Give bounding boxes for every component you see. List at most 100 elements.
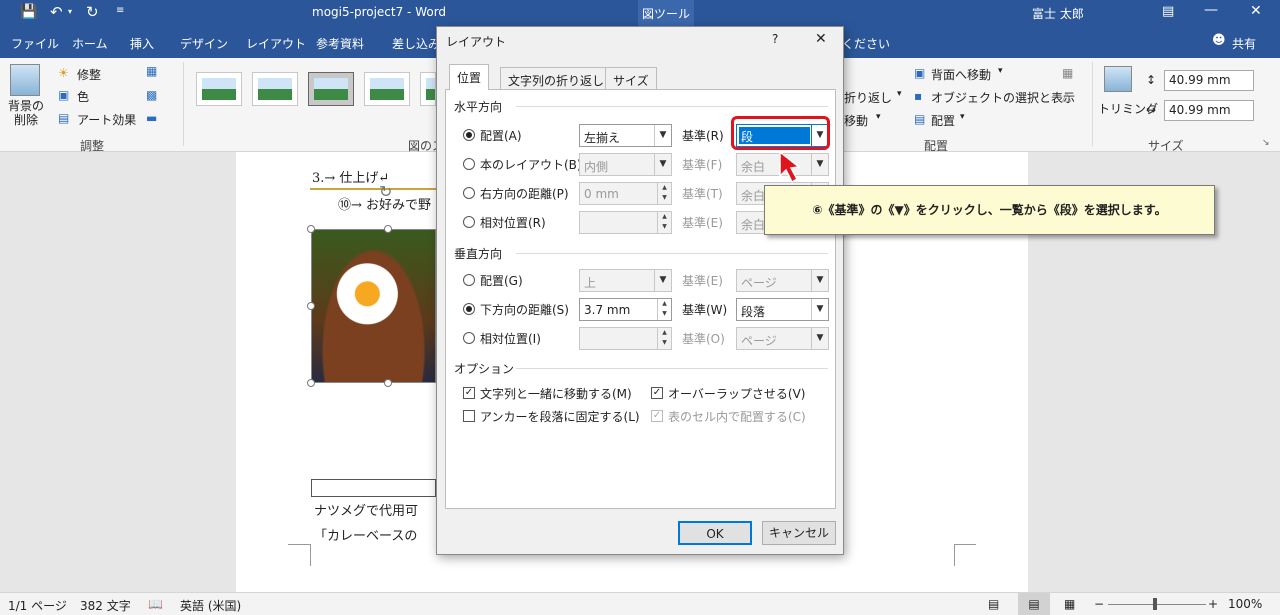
resize-handle[interactable]: [307, 302, 315, 310]
wrap-text-dropdown-icon[interactable]: ▾: [897, 89, 902, 99]
layout-in-cell-label: 表のセル内で配置する(C): [668, 410, 806, 424]
group-size-label: サイズ: [1148, 139, 1184, 153]
tab-mailings[interactable]: 差し込み: [392, 35, 440, 52]
radio-absolute-h[interactable]: [463, 187, 475, 199]
zoom-in-icon[interactable]: +: [1208, 597, 1218, 611]
h-alignment-select[interactable]: 左揃え ▼: [579, 124, 672, 147]
remove-background-icon[interactable]: [10, 64, 40, 96]
radio-relative-h[interactable]: [463, 216, 475, 228]
resize-handle[interactable]: [307, 379, 315, 387]
web-layout-icon[interactable]: ▦: [1064, 597, 1075, 611]
person-icon: ☻: [1212, 33, 1226, 48]
relative-h-spinner[interactable]: ▲ ▼: [579, 211, 672, 234]
customize-qat-icon[interactable]: ≡: [116, 5, 124, 16]
share-button[interactable]: 共有: [1232, 35, 1256, 52]
radio-absolute-v[interactable]: [463, 303, 475, 315]
language[interactable]: 英語 (米国): [180, 597, 241, 614]
doc-heading: 3.→ 仕上げ↵: [312, 171, 390, 186]
resize-handle[interactable]: [384, 379, 392, 387]
selection-pane-button[interactable]: オブジェクトの選択と表示: [931, 89, 1075, 106]
zoom-slider[interactable]: [1108, 604, 1206, 605]
ok-button[interactable]: OK: [678, 521, 752, 545]
tab-size[interactable]: サイズ: [605, 67, 657, 89]
print-layout-icon[interactable]: ▤: [1018, 593, 1050, 615]
tab-file[interactable]: ファイル: [11, 35, 59, 52]
v-ref-select[interactable]: ページ ▼: [736, 269, 829, 292]
width-icon: ↔: [1146, 103, 1157, 117]
align-button[interactable]: 配置: [931, 112, 955, 129]
picture-style-thumb[interactable]: [252, 72, 298, 106]
rotate-handle-icon[interactable]: ↻: [379, 182, 392, 201]
corrections-button[interactable]: 修整: [77, 66, 101, 83]
remove-background-button[interactable]: 背景の削除: [6, 99, 46, 127]
height-field[interactable]: 40.99 mm: [1164, 70, 1254, 91]
close-window-icon[interactable]: ✕: [1250, 3, 1262, 19]
read-mode-icon[interactable]: ▤: [988, 597, 999, 611]
absolute-h-spinner[interactable]: 0 mm ▲ ▼: [579, 182, 672, 205]
checkbox-allow-overlap[interactable]: ✓: [651, 387, 663, 399]
food-photo[interactable]: [311, 229, 436, 383]
absolute-v-spinner[interactable]: 3.7 mm ▲ ▼: [579, 298, 672, 321]
send-backward-button[interactable]: 背面へ移動: [931, 66, 991, 83]
width-field[interactable]: 40.99 mm: [1164, 100, 1254, 121]
radio-h-alignment[interactable]: [463, 129, 475, 141]
dialog-close-button[interactable]: ✕: [815, 31, 827, 47]
send-backward-icon: ▣: [914, 66, 926, 80]
picture-style-thumb[interactable]: [308, 72, 354, 106]
radio-book-layout[interactable]: [463, 158, 475, 170]
ribbon-display-icon[interactable]: ▤: [1162, 4, 1174, 19]
picture-style-thumb[interactable]: [196, 72, 242, 106]
user-name[interactable]: 富士 太郎: [1032, 5, 1084, 22]
tell-me-box[interactable]: ください: [842, 35, 890, 52]
cancel-button[interactable]: キャンセル: [762, 521, 836, 545]
tab-home[interactable]: ホーム: [72, 35, 108, 52]
word-count[interactable]: 382 文字: [80, 597, 131, 614]
resize-handle[interactable]: [384, 225, 392, 233]
v-alignment-select[interactable]: 上 ▼: [579, 269, 672, 292]
checkbox-lock-anchor[interactable]: [463, 410, 475, 422]
save-icon[interactable]: 💾: [20, 4, 37, 20]
minimize-icon[interactable]: —: [1204, 2, 1218, 18]
tab-position[interactable]: 位置: [449, 64, 490, 90]
checkbox-move-with-text[interactable]: ✓: [463, 387, 475, 399]
tab-layout[interactable]: レイアウト: [246, 35, 306, 52]
reset-picture-icon[interactable]: ▬: [146, 111, 157, 125]
tab-insert[interactable]: 挿入: [130, 35, 154, 52]
undo-icon[interactable]: ↶: [50, 3, 63, 21]
resize-handle[interactable]: [307, 225, 315, 233]
size-dialog-launcher-icon[interactable]: ↘: [1262, 138, 1270, 148]
picture-style-thumb[interactable]: [420, 72, 436, 106]
absolute-v-ref-select[interactable]: 段落 ▼: [736, 298, 829, 321]
help-button[interactable]: ?: [772, 32, 778, 46]
relative-v-ref-select[interactable]: ページ ▼: [736, 327, 829, 350]
forward-dropdown-icon[interactable]: ▾: [876, 112, 881, 122]
book-layout-select[interactable]: 内側 ▼: [579, 153, 672, 176]
wrap-text-button[interactable]: 折り返し: [844, 89, 892, 106]
radio-v-alignment[interactable]: [463, 274, 475, 286]
group-objects-icon[interactable]: ▦: [1062, 66, 1073, 80]
tab-references[interactable]: 参考資料: [316, 35, 364, 52]
relative-v-spinner[interactable]: ▲ ▼: [579, 327, 672, 350]
change-picture-icon[interactable]: ▩: [146, 88, 157, 102]
color-icon: ▣: [58, 88, 70, 102]
align-dropdown-icon[interactable]: ▾: [960, 112, 965, 122]
redo-icon[interactable]: ↻: [86, 3, 99, 21]
color-button[interactable]: 色: [77, 88, 89, 105]
send-backward-dropdown-icon[interactable]: ▾: [998, 66, 1003, 76]
crop-icon[interactable]: [1104, 66, 1132, 92]
zoom-level[interactable]: 100%: [1228, 597, 1262, 611]
tab-design[interactable]: デザイン: [180, 35, 228, 52]
radio-relative-v[interactable]: [463, 332, 475, 344]
tab-text-wrapping[interactable]: 文字列の折り返し: [500, 67, 613, 89]
checkbox-layout-in-cell[interactable]: ✓: [651, 410, 663, 422]
artistic-effects-button[interactable]: アート効果: [77, 111, 136, 128]
undo-dropdown-icon[interactable]: ▾: [68, 7, 72, 16]
bring-forward-button[interactable]: 移動: [844, 112, 868, 129]
zoom-out-icon[interactable]: −: [1094, 597, 1104, 611]
zoom-slider-thumb[interactable]: [1153, 598, 1157, 610]
page-count[interactable]: 1/1 ページ: [8, 597, 67, 614]
picture-style-thumb[interactable]: [364, 72, 410, 106]
proofing-icon[interactable]: 📖: [148, 597, 163, 611]
compress-pictures-icon[interactable]: ▦: [146, 64, 157, 78]
rotate-icon[interactable]: △: [1062, 89, 1071, 103]
